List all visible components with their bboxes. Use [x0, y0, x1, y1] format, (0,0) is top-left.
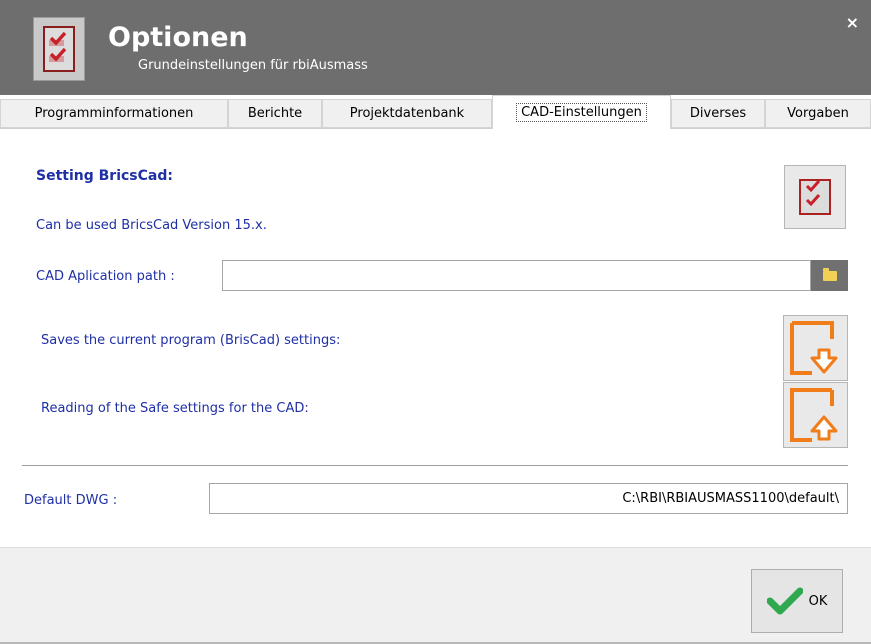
checklist-icon	[33, 17, 85, 81]
tab-label: Vorgaben	[787, 106, 849, 121]
read-settings-label: Reading of the Safe settings for the CAD…	[41, 401, 309, 416]
save-settings-button[interactable]	[783, 315, 848, 381]
ok-button[interactable]: OK	[751, 569, 843, 633]
tab-diverses[interactable]: Diverses	[671, 99, 765, 128]
window-title: Optionen	[108, 22, 248, 53]
separator	[22, 465, 848, 466]
browse-button[interactable]	[811, 260, 848, 291]
dialog-footer: OK	[0, 547, 871, 644]
checkmark-icon	[766, 587, 803, 615]
ok-label: OK	[808, 593, 828, 609]
tab-programminformationen[interactable]: Programminformationen	[0, 99, 228, 128]
path-label: CAD Aplication path :	[36, 269, 175, 284]
save-settings-label: Saves the current program (BrisCad) sett…	[41, 333, 341, 348]
title-bar: Optionen Grundeinstellungen für rbiAusma…	[0, 0, 871, 95]
version-text: Can be used BricsCad Version 15.x.	[36, 218, 267, 233]
tab-label: Diverses	[689, 106, 747, 121]
save-download-icon	[790, 321, 838, 375]
tab-label: Projektdatenbank	[349, 106, 465, 121]
tab-berichte[interactable]: Berichte	[228, 99, 322, 128]
folder-icon	[822, 267, 837, 281]
cad-path-input[interactable]	[222, 260, 811, 291]
tab-projektdatenbank[interactable]: Projektdatenbank	[322, 99, 492, 128]
section-heading: Setting BricsCad:	[36, 168, 173, 184]
tab-vorgaben[interactable]: Vorgaben	[765, 99, 871, 128]
tab-cad-einstellungen[interactable]: CAD-Einstellungen	[492, 95, 671, 129]
read-upload-icon	[790, 388, 838, 442]
tab-label: Programminformationen	[34, 106, 194, 121]
close-icon[interactable]: ×	[846, 13, 859, 32]
checklist-button[interactable]	[784, 165, 846, 229]
default-dwg-label: Default DWG :	[24, 493, 118, 508]
cad-settings-panel: Setting BricsCad: Can be used BricsCad V…	[0, 129, 871, 547]
tab-bar: Programminformationen Berichte Projektda…	[0, 95, 871, 129]
read-settings-button[interactable]	[783, 382, 848, 448]
tab-label: CAD-Einstellungen	[516, 103, 647, 122]
default-dwg-input[interactable]	[209, 483, 848, 514]
tab-label: Berichte	[247, 106, 303, 121]
window-subtitle: Grundeinstellungen für rbiAusmass	[138, 58, 368, 73]
